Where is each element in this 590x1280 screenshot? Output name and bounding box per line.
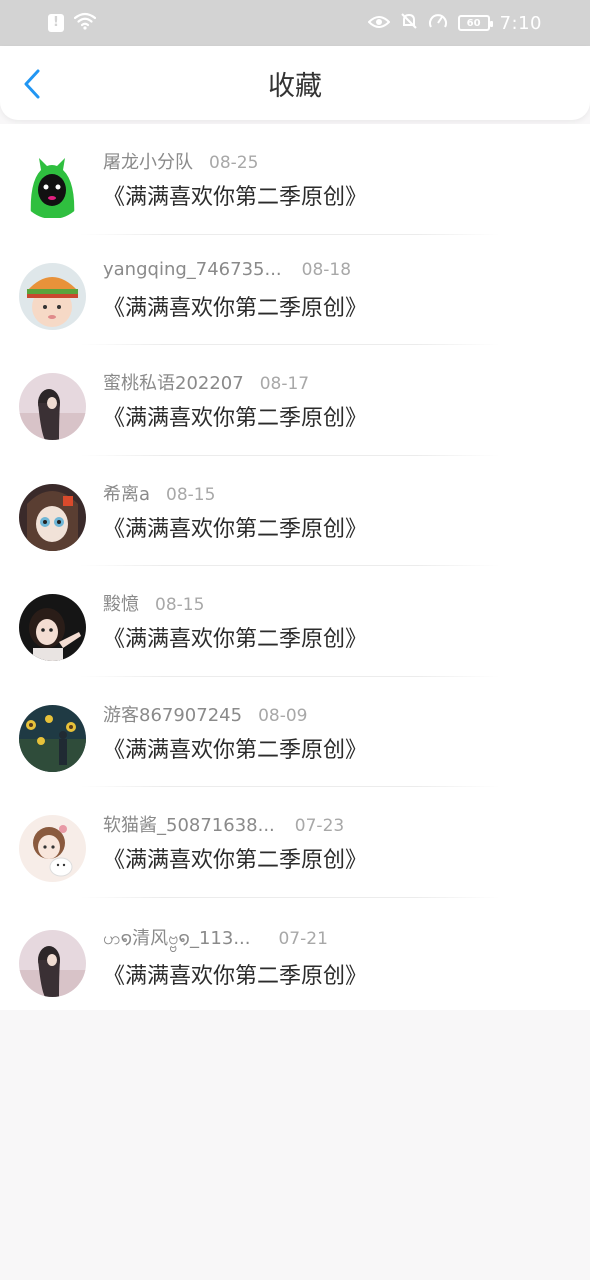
name-row: 软猫酱_50871638... 07-23: [103, 811, 344, 837]
user-name: 软猫酱_50871638...: [103, 815, 275, 836]
favorite-title: 《满满喜欢你第二季原创》: [103, 406, 368, 431]
favorite-date: 08-15: [155, 595, 205, 615]
favorite-title: 《满满喜欢你第二季原创》: [103, 516, 368, 542]
list-item[interactable]: 黢憶 08-15 《满满喜欢你第二季原创》: [0, 566, 590, 677]
avatar[interactable]: [19, 704, 86, 772]
name-row: yangqing_746735... 08-18: [103, 259, 351, 280]
list-item[interactable]: 屠龙小分队 08-25 《满满喜欢你第二季原创》: [0, 124, 590, 235]
list-item[interactable]: 软猫酱_50871638... 07-23 《满满喜欢你第二季原创》: [0, 787, 590, 898]
alert-icon: !: [48, 14, 64, 32]
user-name: 游客867907245: [103, 704, 243, 726]
avatar[interactable]: [19, 483, 86, 551]
avatar[interactable]: [19, 373, 86, 440]
battery-level: 60: [466, 17, 481, 29]
name-row: 希离a 08-15: [103, 480, 215, 506]
sunflower-night-avatar-image: [19, 704, 86, 772]
favorite-title: 《满满喜欢你第二季原创》: [103, 627, 368, 652]
name-row: ဟ໑清风ဗ္ဗ໑_113... 07-21: [103, 924, 328, 953]
back-button[interactable]: [16, 68, 48, 100]
user-name: 黢憶: [103, 594, 139, 615]
page-title: 收藏: [268, 70, 322, 102]
favorite-date: 07-23: [294, 816, 345, 836]
girl-field-avatar-2-image: [19, 929, 86, 997]
list-item[interactable]: yangqing_746735... 08-18 《满满喜欢你第二季原创》: [0, 235, 590, 345]
status-right: 60 7:10: [367, 12, 542, 34]
user-name: yangqing_746735...: [103, 258, 282, 280]
girl-field-avatar-image: [19, 373, 86, 440]
status-left: !: [48, 12, 97, 34]
girl-cat-avatar-image: [19, 815, 86, 882]
favorite-date: 08-25: [209, 153, 259, 173]
baby-burger-hat-avatar-image: [19, 262, 86, 330]
user-name: 蜜桃私语202207: [103, 373, 244, 394]
status-bar: ! 60 7:10: [0, 0, 590, 46]
status-time: 7:10: [499, 12, 542, 34]
green-hood-avatar-image: [19, 152, 86, 219]
user-name: ဟ໑清风ဗ္ဗ໑_113...: [103, 927, 251, 949]
list-item[interactable]: 游客867907245 08-09 《满满喜欢你第二季原创》: [0, 677, 590, 787]
girl-pointing-avatar-image: [19, 594, 86, 661]
user-name: 屠龙小分队: [103, 152, 193, 173]
avatar[interactable]: [19, 152, 86, 219]
list-item[interactable]: ဟ໑清风ဗ္ဗ໑_113... 07-21 《满满喜欢你第二季原创》: [0, 898, 590, 1013]
favorite-title: 《满满喜欢你第二季原创》: [103, 848, 368, 873]
favorite-title: 《满满喜欢你第二季原创》: [103, 963, 368, 989]
user-name: 希离a: [103, 483, 151, 505]
top-bar: 收藏: [0, 46, 590, 120]
favorite-date: 08-17: [259, 374, 310, 394]
chevron-left-icon: [24, 69, 40, 99]
avatar[interactable]: [19, 594, 86, 661]
avatar[interactable]: [19, 815, 86, 882]
favorite-title: 《满满喜欢你第二季原创》: [103, 185, 368, 210]
anime-girl-avatar-image: [19, 483, 86, 551]
favorite-title: 《满满喜欢你第二季原创》: [103, 295, 368, 321]
favorites-list: 屠龙小分队 08-25 《满满喜欢你第二季原创》 yangqing_746735…: [0, 124, 590, 1010]
favorite-title: 《满满喜欢你第二季原创》: [103, 737, 368, 763]
favorite-date: 07-21: [278, 928, 328, 949]
eye-comfort-icon: [367, 14, 390, 33]
bell-muted-icon: [400, 12, 418, 34]
battery-icon: 60: [457, 15, 493, 31]
name-row: 屠龙小分队 08-25: [103, 148, 258, 174]
name-row: 黢憶 08-15: [103, 590, 204, 616]
speed-icon: [428, 12, 448, 34]
favorite-date: 08-09: [258, 705, 308, 726]
name-row: 蜜桃私语202207 08-17: [103, 369, 309, 395]
favorite-date: 08-18: [301, 259, 352, 280]
avatar[interactable]: [19, 262, 86, 330]
wifi-icon: [73, 12, 97, 34]
favorite-date: 08-15: [166, 484, 216, 505]
name-row: 游客867907245 08-09: [103, 701, 307, 727]
avatar[interactable]: [19, 929, 86, 997]
list-item[interactable]: 希离a 08-15 《满满喜欢你第二季原创》: [0, 456, 590, 566]
list-item[interactable]: 蜜桃私语202207 08-17 《满满喜欢你第二季原创》: [0, 345, 590, 456]
